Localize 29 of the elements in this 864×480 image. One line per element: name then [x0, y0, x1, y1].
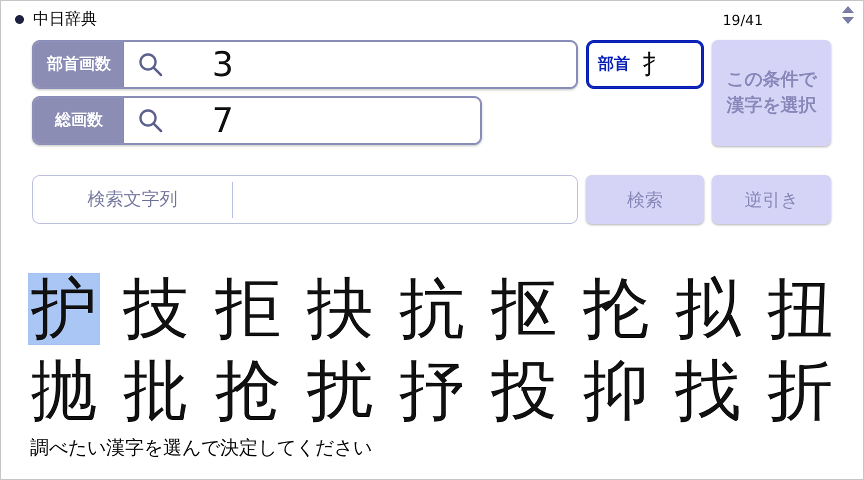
kanji-item[interactable]: 折 — [764, 355, 836, 427]
stroke-count-field[interactable]: 総画数 7 — [32, 96, 482, 145]
kanji-item[interactable]: 批 — [120, 355, 192, 427]
kanji-item[interactable]: 抒 — [396, 355, 468, 427]
kanji-item[interactable]: 抛 — [28, 355, 100, 427]
kanji-item[interactable]: 抑 — [580, 355, 652, 427]
instruction-text: 調べたい漢字を選んで決定してください — [29, 436, 373, 461]
kanji-item[interactable]: 护 — [28, 273, 100, 345]
scroll-arrows-icon[interactable] — [841, 5, 855, 25]
radical-field[interactable]: 部首 扌 — [586, 40, 704, 89]
kanji-item[interactable]: 拒 — [212, 273, 284, 345]
dictionary-title: 中日辞典 — [33, 8, 97, 30]
stroke-count-field[interactable]: 部首画数 3 — [32, 40, 578, 89]
kanji-item[interactable]: 投 — [488, 355, 560, 427]
kanji-item[interactable]: 技 — [120, 273, 192, 345]
kanji-item[interactable]: 找 — [672, 355, 744, 427]
kanji-item[interactable]: 扭 — [764, 273, 836, 345]
kanji-item[interactable]: 抡 — [580, 273, 652, 345]
kanji-item[interactable]: 扰 — [304, 355, 376, 427]
bullet-icon — [15, 14, 24, 24]
kanji-item[interactable]: 抢 — [212, 355, 284, 427]
kanji-item[interactable]: 抗 — [396, 273, 468, 345]
search-string-field[interactable]: 検索文字列 — [32, 175, 578, 224]
kanji-item[interactable]: 抠 — [488, 273, 560, 345]
search-icon — [138, 108, 164, 134]
kanji-item[interactable]: 抉 — [304, 273, 376, 345]
kanji-item[interactable]: 拟 — [672, 273, 744, 345]
page-counter: 19/41 — [722, 13, 763, 29]
search-icon — [138, 52, 164, 78]
